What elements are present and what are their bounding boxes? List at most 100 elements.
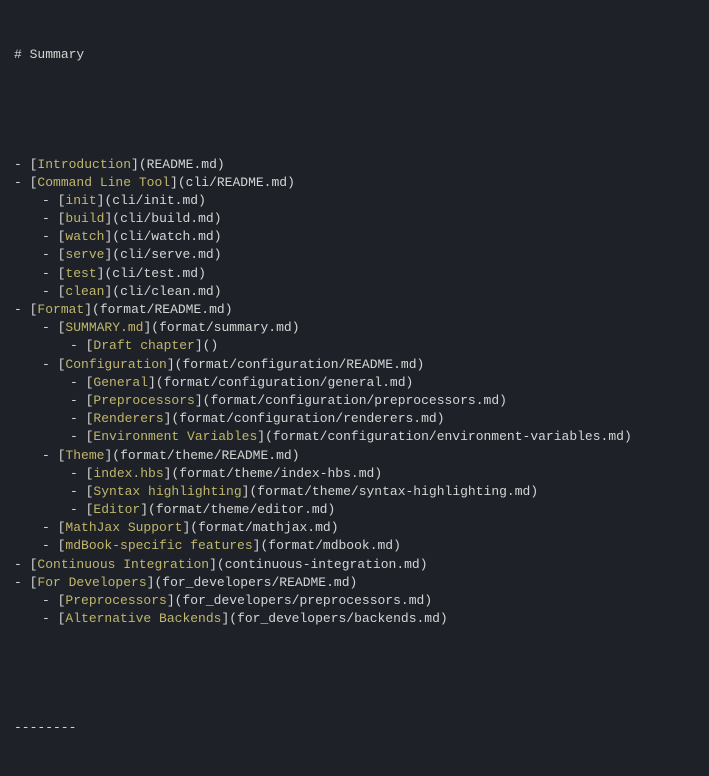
- bracket-close: ]: [170, 175, 178, 190]
- paren-close: ): [328, 502, 336, 517]
- bracket-open: [: [58, 538, 66, 553]
- list-dash: -: [70, 429, 86, 444]
- link-title: Renderers: [93, 411, 163, 426]
- link-path: format/theme/syntax-highlighting.md: [257, 484, 530, 499]
- link-title: Preprocessors: [65, 593, 166, 608]
- list-dash: -: [42, 593, 58, 608]
- bracket-close: ]: [209, 557, 217, 572]
- link-title: Preprocessors: [93, 393, 194, 408]
- summary-item: - [build](cli/build.md): [14, 210, 695, 228]
- paren-close: ): [350, 575, 358, 590]
- summary-item: - [Renderers](format/configuration/rende…: [14, 410, 695, 428]
- paren-close: ): [210, 338, 218, 353]
- link-path: cli/build.md: [120, 211, 214, 226]
- summary-item: - [Editor](format/theme/editor.md): [14, 501, 695, 519]
- bracket-close: ]: [131, 157, 139, 172]
- list-dash: -: [42, 229, 58, 244]
- bracket-close: ]: [84, 302, 92, 317]
- link-title: For Developers: [37, 575, 146, 590]
- paren-open: (: [260, 538, 268, 553]
- paren-open: (: [112, 211, 120, 226]
- link-path: for_developers/README.md: [162, 575, 349, 590]
- paren-close: ): [214, 211, 222, 226]
- list-dash: -: [70, 411, 86, 426]
- link-title: Editor: [93, 502, 140, 517]
- paren-open: (: [112, 247, 120, 262]
- paren-close: ): [198, 266, 206, 281]
- paren-open: (: [175, 593, 183, 608]
- paren-close: ): [417, 357, 425, 372]
- bracket-close: ]: [148, 375, 156, 390]
- link-title: Introduction: [37, 157, 131, 172]
- paren-close: ): [420, 557, 428, 572]
- paren-close: ): [331, 520, 339, 535]
- summary-item: - [init](cli/init.md): [14, 192, 695, 210]
- summary-item: - [watch](cli/watch.md): [14, 228, 695, 246]
- paren-open: (: [112, 448, 120, 463]
- paren-close: ): [214, 284, 222, 299]
- paren-open: (: [112, 284, 120, 299]
- paren-close: ): [217, 157, 225, 172]
- link-title: index.hbs: [93, 466, 163, 481]
- paren-close: ): [424, 593, 432, 608]
- summary-item: - [Command Line Tool](cli/README.md): [14, 174, 695, 192]
- paren-open: (: [139, 157, 147, 172]
- link-title: build: [65, 211, 104, 226]
- list-dash: -: [14, 175, 30, 190]
- link-path: format/configuration/preprocessors.md: [210, 393, 499, 408]
- list-dash: -: [42, 193, 58, 208]
- summary-item: - [Syntax highlighting](format/theme/syn…: [14, 483, 695, 501]
- link-title: Configuration: [65, 357, 166, 372]
- paren-open: (: [265, 429, 273, 444]
- list-dash: -: [42, 284, 58, 299]
- list-dash: -: [42, 520, 58, 535]
- list-dash: -: [42, 448, 58, 463]
- list-dash: -: [42, 320, 58, 335]
- blank-line: [14, 665, 695, 683]
- link-path: cli/init.md: [112, 193, 198, 208]
- link-path: format/mathjax.md: [198, 520, 331, 535]
- paren-close: ): [214, 229, 222, 244]
- link-path: format/configuration/README.md: [182, 357, 416, 372]
- list-dash: -: [70, 393, 86, 408]
- bracket-close: ]: [140, 502, 148, 517]
- link-path: format/mdbook.md: [268, 538, 393, 553]
- paren-close: ): [198, 193, 206, 208]
- list-dash: -: [70, 466, 86, 481]
- link-title: Syntax highlighting: [93, 484, 241, 499]
- list-dash: -: [70, 338, 86, 353]
- summary-item: - [serve](cli/serve.md): [14, 246, 695, 264]
- summary-item: - [clean](cli/clean.md): [14, 283, 695, 301]
- link-title: Continuous Integration: [37, 557, 209, 572]
- list-dash: -: [42, 211, 58, 226]
- list-dash: -: [42, 538, 58, 553]
- heading-line: # Summary: [14, 46, 695, 64]
- link-title: test: [65, 266, 96, 281]
- list-dash: -: [14, 157, 30, 172]
- link-title: init: [65, 193, 96, 208]
- link-path: continuous-integration.md: [225, 557, 420, 572]
- paren-close: ): [374, 466, 382, 481]
- list-dash: -: [42, 266, 58, 281]
- list-dash: -: [14, 557, 30, 572]
- bracket-close: ]: [221, 611, 229, 626]
- summary-item: - [mdBook-specific features](format/mdbo…: [14, 537, 695, 555]
- bracket-close: ]: [257, 429, 265, 444]
- link-title: Format: [37, 302, 84, 317]
- summary-item: - [Introduction](README.md): [14, 156, 695, 174]
- paren-open: (: [190, 520, 198, 535]
- link-title: SUMMARY.md: [65, 320, 143, 335]
- link-path: format/configuration/environment-variabl…: [273, 429, 624, 444]
- link-path: cli/serve.md: [120, 247, 214, 262]
- paren-open: (: [92, 302, 100, 317]
- summary-item: - [Preprocessors](for_developers/preproc…: [14, 592, 695, 610]
- link-title: Draft chapter: [93, 338, 194, 353]
- paren-close: ): [225, 302, 233, 317]
- summary-item: - [Alternative Backends](for_developers/…: [14, 610, 695, 628]
- link-path: format/configuration/general.md: [164, 375, 406, 390]
- bracket-close: ]: [195, 338, 203, 353]
- summary-item: - [test](cli/test.md): [14, 265, 695, 283]
- heading-prefix: #: [14, 47, 30, 62]
- paren-close: ): [530, 484, 538, 499]
- heading-text: Summary: [30, 47, 85, 62]
